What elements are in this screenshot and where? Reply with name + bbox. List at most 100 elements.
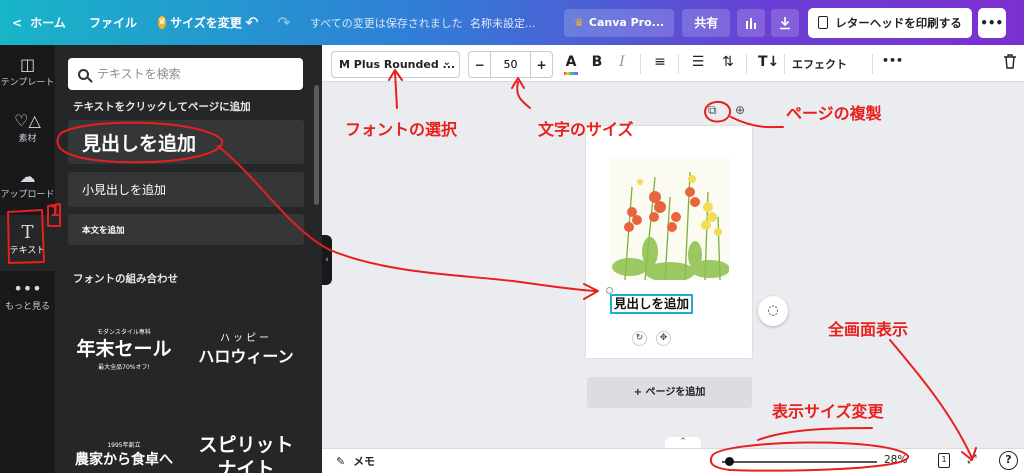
document-name[interactable]: 名称未設定... xyxy=(460,0,560,45)
line-spacing-icon: ⇅ xyxy=(722,54,734,70)
download-icon xyxy=(780,16,791,29)
font-family-dropdown[interactable]: M Plus Rounded ... ⌄ xyxy=(331,51,460,78)
add-body-text-button[interactable]: 本文を追加 xyxy=(68,214,304,245)
add-subheading-button[interactable]: 小見出しを追加 xyxy=(68,172,304,207)
move-icon: ✥ xyxy=(659,333,668,343)
comment-button[interactable]: ◌ xyxy=(758,296,788,326)
bold-button[interactable]: B xyxy=(587,54,607,70)
delete-button[interactable] xyxy=(1000,54,1020,73)
align-button[interactable]: ≡ xyxy=(650,54,670,70)
undo-icon: ↶ xyxy=(245,13,259,32)
italic-button[interactable]: I xyxy=(612,54,632,70)
text-color-button[interactable]: A xyxy=(561,54,581,75)
annotation-font-select: フォントの選択 xyxy=(345,120,458,139)
download-button[interactable] xyxy=(771,8,800,37)
rail-item-templates[interactable]: ◫ テンプレート xyxy=(0,47,55,103)
file-menu[interactable]: ファイル xyxy=(78,0,148,45)
collapse-panel-button[interactable]: ‹ xyxy=(322,235,332,285)
rail-item-text[interactable]: T テキスト xyxy=(0,215,55,271)
combo-sub-text: 最大全品70%オフ! xyxy=(98,364,150,371)
canva-pro-label: Canva Pro... xyxy=(588,16,665,29)
chevron-down-icon: ⌄ xyxy=(442,57,451,68)
zoom-slider-handle[interactable] xyxy=(725,457,734,466)
design-page[interactable]: 見出しを追加 ↻ ✥ xyxy=(586,126,752,358)
rail-item-elements[interactable]: ♡△ 素材 xyxy=(0,103,55,159)
list-button[interactable]: ☰ xyxy=(688,54,708,70)
combo-small-text: ハッピー xyxy=(220,333,272,344)
move-button[interactable]: ✥ xyxy=(656,331,671,346)
chevron-up-icon: ⌃ xyxy=(679,437,687,447)
canva-pro-button[interactable]: ♛ Canva Pro... xyxy=(564,8,675,37)
add-page-icon: ⊕ xyxy=(735,103,746,117)
help-button[interactable]: ? xyxy=(999,451,1018,470)
save-status: すべての変更は保存されました xyxy=(310,16,463,30)
spacing-button[interactable]: ⇅ xyxy=(718,54,738,70)
rotate-button[interactable]: ↻ xyxy=(632,331,647,346)
rotate-handle[interactable] xyxy=(606,287,613,294)
effects-button[interactable]: エフェクト xyxy=(792,56,847,72)
annotation-zoom-change: 表示サイズ変更 xyxy=(772,402,884,421)
home-button[interactable]: < ホーム xyxy=(0,0,78,45)
combo-sub-text: ナイト xyxy=(217,458,275,473)
rail-label: テンプレート xyxy=(0,78,55,88)
font-combos-title: フォントの組み合わせ xyxy=(73,273,178,285)
font-size-input[interactable] xyxy=(490,52,531,77)
font-size-stepper: − + xyxy=(468,51,553,78)
insights-button[interactable] xyxy=(737,8,766,37)
fullscreen-button[interactable]: ⤢ xyxy=(967,452,977,467)
panel-scrollbar[interactable] xyxy=(314,85,319,205)
duplicate-page-button[interactable]: ⧉ xyxy=(708,103,717,118)
annotation-step-number: 1 xyxy=(50,204,60,220)
add-heading-button[interactable]: 見出しを追加 xyxy=(68,120,304,164)
elements-icon: ♡△ xyxy=(14,111,41,130)
rotate-icon: ↻ xyxy=(635,333,644,343)
rail-item-more[interactable]: ••• もっと見る xyxy=(0,271,55,327)
zoom-level[interactable]: 28% xyxy=(884,454,907,466)
redo-button[interactable]: ↷ xyxy=(268,0,300,45)
duplicate-icon: ⧉ xyxy=(708,103,717,117)
toolbar-divider xyxy=(746,54,747,74)
bottom-bar: ✎ メモ 28% 1 ⤢ ? xyxy=(322,448,1024,473)
decrease-size-button[interactable]: − xyxy=(469,58,490,72)
chevron-left-icon: < xyxy=(12,15,23,30)
page-count-button[interactable]: 1 xyxy=(938,453,950,468)
more-options-button[interactable]: ••• xyxy=(977,7,1006,38)
heading-text-box[interactable]: 見出しを追加 xyxy=(610,294,694,314)
crown-icon: ♛ xyxy=(158,16,167,29)
share-button[interactable]: 共有 xyxy=(682,8,731,37)
add-page-button[interactable]: + ページを追加 xyxy=(587,377,752,408)
rail-item-uploads[interactable]: ☁ アップロード xyxy=(0,159,55,215)
redo-icon: ↷ xyxy=(277,13,291,32)
font-combo-card[interactable]: スピリット ナイト xyxy=(191,433,301,473)
align-center-icon: ≡ xyxy=(654,54,666,70)
combo-big-text: 農家から食卓へ xyxy=(75,452,173,468)
vertical-text-button[interactable]: T↓ xyxy=(758,54,780,70)
left-nav-rail: ◫ テンプレート ♡△ 素材 ☁ アップロード T テキスト ••• もっと見る xyxy=(0,45,55,473)
undo-button[interactable]: ↶ xyxy=(236,0,268,45)
resize-button[interactable]: ♛ サイズを変更 xyxy=(148,0,242,45)
increase-size-button[interactable]: + xyxy=(531,58,552,72)
rail-label: もっと見る xyxy=(4,302,50,312)
text-panel: テキストをクリックしてページに追加 見出しを追加 小見出しを追加 本文を追加 フ… xyxy=(55,45,322,473)
combo-small-text: モダンスタイル専科 xyxy=(97,329,151,336)
italic-icon: I xyxy=(619,54,625,70)
vertical-text-icon: T↓ xyxy=(758,54,780,70)
font-combo-card[interactable]: モダンスタイル専科 年末セール 最大全品70%オフ! xyxy=(69,327,179,371)
notes-button[interactable]: ✎ メモ xyxy=(336,453,375,469)
search-box[interactable] xyxy=(68,58,303,90)
rail-label: アップロード xyxy=(0,190,55,200)
zoom-slider[interactable] xyxy=(722,461,877,463)
search-input[interactable] xyxy=(97,67,287,81)
rail-label: テキスト xyxy=(9,246,46,256)
combo-small-text: 1995年創立 xyxy=(107,442,141,449)
flower-illustration xyxy=(610,157,729,280)
combo-big-text: ハロウィーン xyxy=(198,347,294,366)
color-bar-icon xyxy=(564,72,578,75)
font-combo-card[interactable]: ハッピー ハロウィーン xyxy=(191,329,301,370)
chevron-left-icon: ‹ xyxy=(325,255,329,265)
print-letterhead-button[interactable]: レターヘッドを印刷する xyxy=(808,7,972,38)
add-page-icon-button[interactable]: ⊕ xyxy=(735,103,745,117)
font-combo-card[interactable]: 1995年創立 農家から食卓へ xyxy=(69,440,179,471)
click-hint: テキストをクリックしてページに追加 xyxy=(73,101,251,113)
more-tools-button[interactable]: ••• xyxy=(882,54,903,67)
